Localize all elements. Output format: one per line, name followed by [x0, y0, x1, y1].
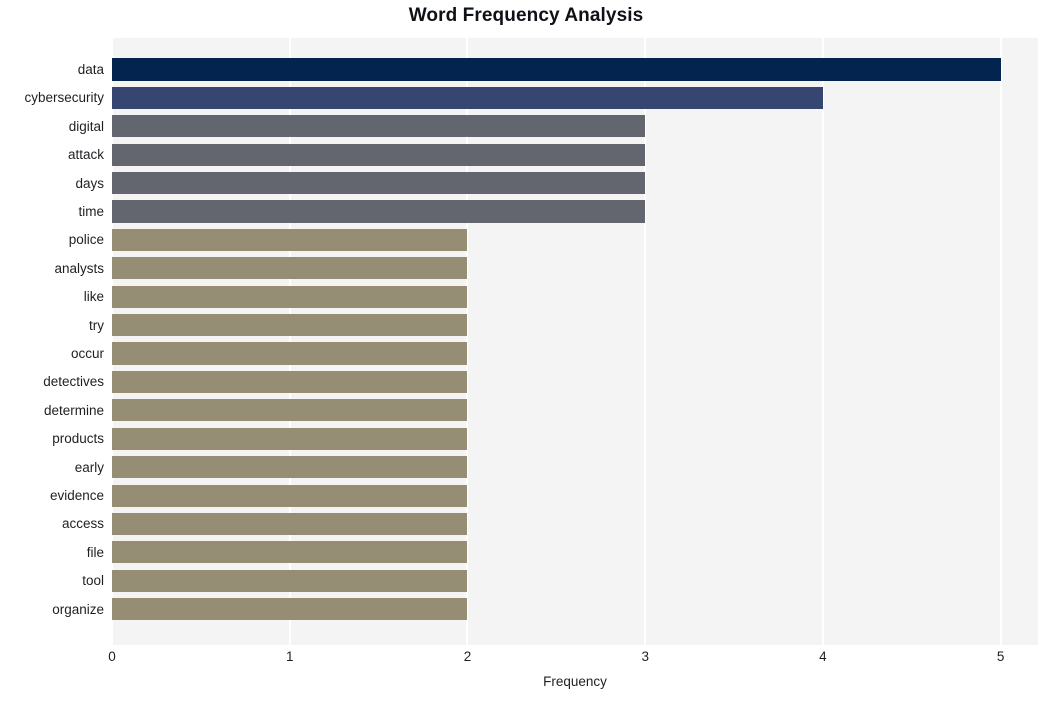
- bar-row: [112, 200, 1038, 223]
- x-tick-label-3: 3: [641, 649, 649, 664]
- x-tick-label-5: 5: [996, 649, 1005, 664]
- bar-row: [112, 342, 1038, 365]
- bar-evidence[interactable]: [112, 484, 468, 507]
- bar-tool[interactable]: [112, 569, 468, 592]
- y-tick-label-time: time: [78, 204, 104, 220]
- x-tick-label-0: 0: [108, 649, 116, 664]
- bar-row: [112, 86, 1038, 109]
- bar-row: [112, 228, 1038, 252]
- bar-row: [112, 172, 1038, 195]
- bar-row: [112, 598, 1038, 621]
- y-axis-tick-labels: data cybersecurity digital attack days time po…: [0, 38, 112, 645]
- bar-digital[interactable]: [112, 115, 646, 138]
- bar-row: [112, 143, 1038, 166]
- bar-row: [112, 427, 1038, 450]
- chart-title: Word Frequency Analysis: [408, 5, 644, 26]
- bar-analysts[interactable]: [112, 257, 468, 280]
- bar-row: [112, 541, 1038, 564]
- bar-row: [112, 58, 1038, 81]
- y-tick-label-like: like: [83, 289, 104, 305]
- y-tick-label-occur: occur: [70, 346, 104, 362]
- y-tick-label-early: early: [74, 459, 104, 475]
- y-tick-label-analysts: analysts: [54, 260, 104, 276]
- chart-figure: Word Frequency Analysis data cybersecurit…: [0, 0, 1052, 701]
- bar-access[interactable]: [112, 512, 468, 536]
- bar-like[interactable]: [112, 285, 468, 308]
- bar-row: [112, 456, 1038, 479]
- bar-row: [112, 512, 1038, 536]
- y-tick-label-cybersecurity: cybersecurity: [24, 90, 104, 106]
- bar-row: [112, 314, 1038, 337]
- y-tick-label-detectives: detectives: [43, 374, 104, 390]
- bar-cybersecurity[interactable]: [112, 86, 823, 109]
- bar-row: [112, 569, 1038, 592]
- bar-organize[interactable]: [112, 598, 468, 621]
- y-tick-label-digital: digital: [68, 118, 104, 134]
- y-tick-label-try: try: [89, 317, 104, 333]
- y-tick-label-file: file: [86, 544, 104, 560]
- bar-row: [112, 370, 1038, 394]
- y-tick-label-determine: determine: [43, 402, 104, 418]
- bar-detectives[interactable]: [112, 370, 468, 394]
- x-axis-title: Frequency: [543, 674, 607, 689]
- bar-file[interactable]: [112, 541, 468, 564]
- bar-row: [112, 285, 1038, 308]
- y-tick-label-police: police: [68, 232, 104, 248]
- bar-products[interactable]: [112, 427, 468, 450]
- bar-attack[interactable]: [112, 143, 646, 166]
- bar-data[interactable]: [112, 58, 1001, 81]
- bar-row: [112, 257, 1038, 280]
- x-tick-label-2: 2: [463, 649, 472, 664]
- bar-days[interactable]: [112, 172, 646, 195]
- y-tick-label-tool: tool: [82, 573, 104, 589]
- y-tick-label-products: products: [52, 431, 104, 447]
- bar-early[interactable]: [112, 456, 468, 479]
- y-tick-label-access: access: [61, 516, 104, 532]
- y-tick-label-organize: organize: [52, 601, 104, 617]
- bar-determine[interactable]: [112, 399, 468, 422]
- bar-time[interactable]: [112, 200, 646, 223]
- bars-container: [112, 38, 1038, 645]
- x-tick-label-4: 4: [819, 649, 827, 664]
- bar-row: [112, 484, 1038, 507]
- plot-area: [111, 38, 1038, 645]
- y-tick-label-evidence: evidence: [49, 488, 104, 504]
- bar-occur[interactable]: [112, 342, 468, 365]
- bar-try[interactable]: [112, 314, 468, 337]
- x-tick-label-1: 1: [285, 649, 294, 664]
- y-tick-label-attack: attack: [67, 147, 104, 163]
- x-axis-tick-labels: 0 1 2 3 4 5: [0, 650, 1052, 672]
- bar-police[interactable]: [112, 228, 468, 252]
- bar-row: [112, 115, 1038, 138]
- y-tick-label-data: data: [77, 62, 104, 78]
- bar-row: [112, 399, 1038, 422]
- y-tick-label-days: days: [75, 175, 104, 191]
